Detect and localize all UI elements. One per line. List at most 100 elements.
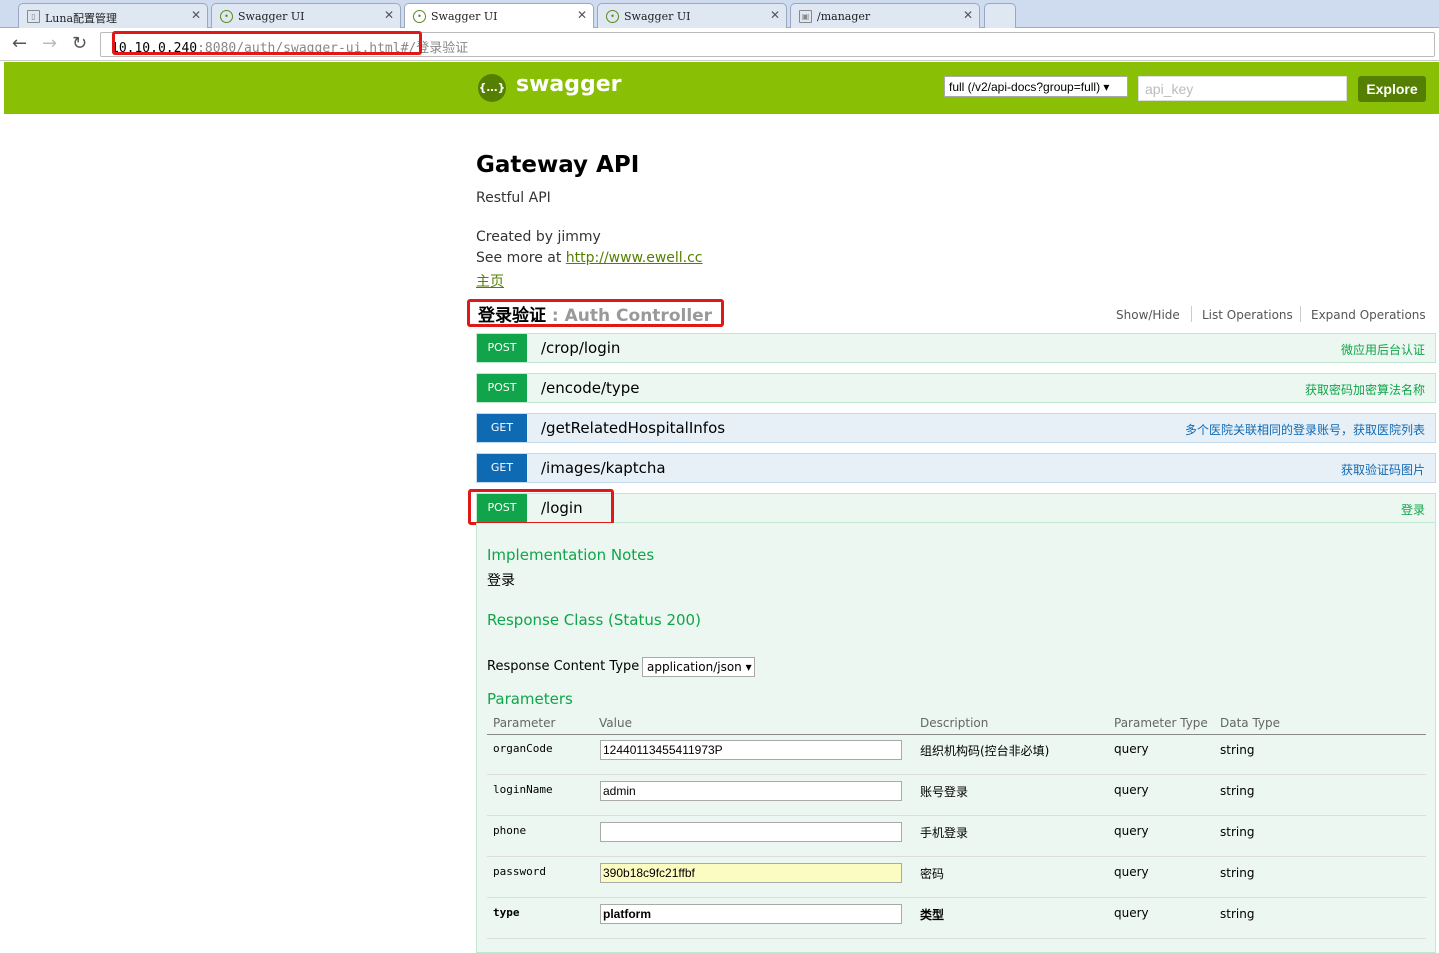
operation-summary[interactable]: 多个医院关联相同的登录账号，获取医院列表 (1185, 421, 1425, 438)
divider (1300, 306, 1301, 322)
swagger-header: {…} swagger full (/v2/api-docs?group=ful… (4, 62, 1439, 114)
method-badge[interactable]: POST (477, 494, 527, 522)
reload-icon[interactable]: ↻ (72, 33, 87, 54)
response-class-title: Response Class (Status 200) (487, 611, 701, 629)
row-divider (487, 938, 1426, 939)
param-value-input[interactable] (600, 822, 902, 842)
column-header: Description (920, 716, 989, 730)
close-icon[interactable]: ✕ (770, 8, 780, 22)
row-divider (487, 774, 1426, 775)
browser-tab[interactable]: • Swagger UI ✕ (211, 3, 401, 28)
param-name: password (493, 865, 546, 878)
param-description: 组织机构码(控台非必填) (920, 744, 1050, 758)
param-data-type: string (1220, 907, 1255, 921)
param-type: query (1114, 742, 1149, 756)
api-subtitle: Restful API (476, 190, 551, 206)
document-icon: ▯ (27, 10, 40, 23)
column-header: Parameter Type (1114, 716, 1208, 730)
swagger-logo-text[interactable]: swagger (516, 72, 622, 97)
operation-path[interactable]: /login (541, 499, 583, 517)
home-link[interactable]: 主页 (476, 274, 504, 290)
resource-heading[interactable]: 登录验证 : Auth Controller (478, 301, 712, 326)
param-value-input[interactable]: 390b18c9fc21ffbf (600, 863, 902, 883)
param-data-type: string (1220, 784, 1255, 798)
param-name: loginName (493, 783, 553, 796)
operation-summary[interactable]: 获取验证码图片 (1341, 461, 1425, 478)
spec-select[interactable]: full (/v2/api-docs?group=full) ▾ (944, 76, 1128, 97)
dropdown-arrow-icon: ▾ (1103, 80, 1110, 94)
response-content-type-select[interactable]: application/json ▾ (642, 657, 755, 677)
param-value-input[interactable]: platform (600, 904, 902, 924)
expand-operations-link[interactable]: Expand Operations (1311, 308, 1426, 322)
swagger-icon: • (220, 10, 233, 23)
operation-summary[interactable]: 微应用后台认证 (1341, 341, 1425, 358)
param-type: query (1114, 824, 1149, 838)
parameters-title: Parameters (487, 690, 573, 708)
divider (1191, 306, 1192, 322)
show-hide-link[interactable]: Show/Hide (1116, 308, 1180, 322)
browser-tab[interactable]: ▯ Luna配置管理 ✕ (18, 3, 208, 28)
operation-path[interactable]: /images/kaptcha (541, 459, 666, 477)
operation-row[interactable]: POST /encode/type 获取密码加密算法名称 (476, 373, 1436, 403)
tab-label: Swagger UI (624, 10, 691, 23)
param-data-type: string (1220, 866, 1255, 880)
operation-path[interactable]: /getRelatedHospitalInfos (541, 419, 725, 437)
param-description: 类型 (920, 908, 945, 922)
tab-label: Swagger UI (238, 10, 305, 23)
param-name: type (493, 906, 520, 919)
close-icon[interactable]: ✕ (577, 8, 587, 22)
operation-row[interactable]: GET /getRelatedHospitalInfos 多个医院关联相同的登录… (476, 413, 1436, 443)
method-badge[interactable]: GET (477, 454, 527, 482)
operation-row-expanded[interactable]: POST /login 登录 (476, 493, 1436, 523)
address-bar[interactable]: 10.10.0.240:8080/auth/swagger-ui.html#/登… (100, 32, 1435, 57)
row-divider (487, 815, 1426, 816)
new-tab-button[interactable] (984, 3, 1016, 28)
param-description: 手机登录 (920, 826, 969, 840)
column-header: Data Type (1220, 716, 1281, 730)
controller-name: Auth Controller (564, 306, 713, 326)
url-path: :8080/auth/swagger-ui.html (197, 41, 401, 56)
browser-tab-active[interactable]: • Swagger UI ✕ (404, 3, 594, 29)
spec-select-value: full (/v2/api-docs?group=full) (949, 80, 1101, 94)
explore-button[interactable]: Explore (1358, 76, 1426, 102)
website-link[interactable]: http://www.ewell.cc (566, 250, 703, 266)
list-operations-link[interactable]: List Operations (1202, 308, 1293, 322)
tab-label: Swagger UI (431, 10, 498, 23)
param-data-type: string (1220, 743, 1255, 757)
operation-summary[interactable]: 获取密码加密算法名称 (1305, 381, 1425, 398)
api-key-input[interactable]: api_key (1138, 76, 1347, 101)
method-badge[interactable]: POST (477, 374, 527, 402)
see-more: See more at http://www.ewell.cc (476, 250, 703, 266)
row-divider (487, 856, 1426, 857)
method-badge[interactable]: POST (477, 334, 527, 362)
operation-summary[interactable]: 登录 (1401, 501, 1425, 518)
column-header: Parameter (493, 716, 556, 730)
param-type: query (1114, 906, 1149, 920)
param-value-input[interactable]: admin (600, 781, 902, 801)
param-value-input[interactable]: 12440113455411973P (600, 740, 902, 760)
browser-tab[interactable]: • Swagger UI ✕ (597, 3, 787, 28)
header-divider (487, 734, 1426, 735)
browser-tab-strip: ▯ Luna配置管理 ✕ • Swagger UI ✕ • Swagger UI… (0, 0, 1439, 29)
close-icon[interactable]: ✕ (963, 8, 973, 22)
close-icon[interactable]: ✕ (384, 8, 394, 22)
implementation-notes-title: Implementation Notes (487, 546, 655, 564)
operation-path[interactable]: /crop/login (541, 339, 620, 357)
tab-label: /manager (817, 10, 871, 23)
operation-path[interactable]: /encode/type (541, 379, 640, 397)
url-hash: #/登录验证 (400, 41, 469, 56)
response-content-type-label: Response Content Type (487, 659, 640, 674)
created-by: Created by jimmy (476, 229, 601, 245)
forward-arrow-icon[interactable]: → (42, 33, 57, 54)
back-arrow-icon[interactable]: ← (12, 33, 27, 54)
swagger-icon: • (413, 10, 426, 23)
swagger-logo-icon[interactable]: {…} (478, 74, 506, 102)
operation-row[interactable]: POST /crop/login 微应用后台认证 (476, 333, 1436, 363)
method-badge[interactable]: GET (477, 414, 527, 442)
browser-tab[interactable]: ▣ /manager ✕ (790, 3, 980, 28)
close-icon[interactable]: ✕ (191, 8, 201, 22)
column-header: Value (599, 716, 632, 730)
home-link-row: 主页 (476, 271, 504, 291)
operation-row[interactable]: GET /images/kaptcha 获取验证码图片 (476, 453, 1436, 483)
param-data-type: string (1220, 825, 1255, 839)
